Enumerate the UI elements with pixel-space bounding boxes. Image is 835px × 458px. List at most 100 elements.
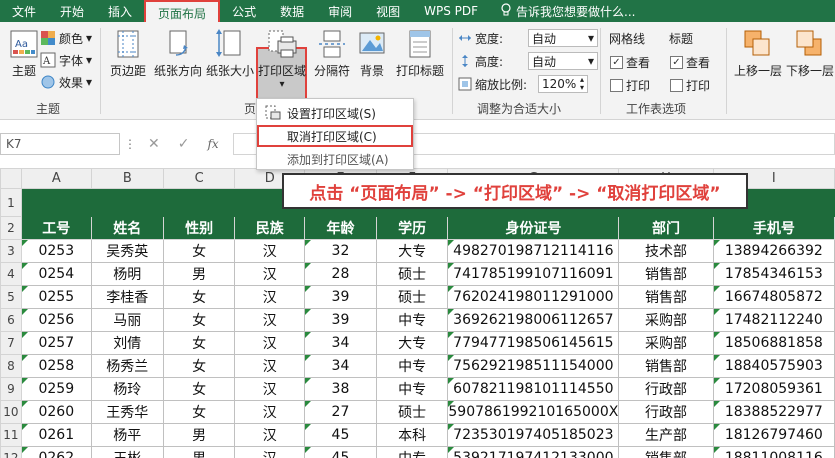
cell[interactable]: 技术部	[618, 239, 714, 263]
cell[interactable]: 销售部	[618, 285, 714, 309]
cell[interactable]: 17482112240	[712, 308, 835, 332]
cell[interactable]: 女	[162, 239, 236, 263]
cell[interactable]: 硕士	[375, 262, 449, 286]
cell[interactable]: 汉	[234, 308, 306, 332]
zoom-spinner[interactable]: 120% ▴ ▾	[538, 75, 588, 93]
cell[interactable]: 男	[162, 262, 236, 286]
cell[interactable]: 27	[304, 400, 377, 424]
cell[interactable]: 723530197405185023	[447, 423, 620, 447]
cell[interactable]: 汉	[234, 262, 306, 286]
cancel-icon[interactable]: ✕	[148, 136, 160, 152]
cell[interactable]: 杨平	[90, 423, 164, 447]
cell[interactable]: 18840575903	[712, 354, 835, 378]
cell[interactable]: 0253	[20, 239, 92, 263]
add-to-print-area-item[interactable]: 添加到打印区域(A)	[257, 148, 413, 170]
cell[interactable]: 中专	[375, 446, 449, 458]
cell[interactable]: 39	[304, 285, 377, 309]
cell[interactable]: 吴秀英	[90, 239, 164, 263]
cell[interactable]	[20, 188, 92, 217]
headings-print-checkbox[interactable]: 打印	[670, 75, 710, 95]
cell[interactable]: 汉	[234, 354, 306, 378]
row-header[interactable]: 1	[0, 188, 22, 217]
row-header[interactable]: 5	[0, 285, 22, 309]
cell[interactable]: 女	[162, 400, 236, 424]
cell[interactable]: 18506881858	[712, 331, 835, 355]
margins-button[interactable]: 页边距	[104, 28, 152, 79]
cell[interactable]: 16674805872	[712, 285, 835, 309]
cell[interactable]: 女	[162, 285, 236, 309]
cell[interactable]: 汉	[234, 285, 306, 309]
cell[interactable]: 销售部	[618, 262, 714, 286]
name-box[interactable]: K7	[0, 133, 120, 155]
cell[interactable]: 590786199210165000X	[447, 400, 620, 424]
cell[interactable]: 王秀华	[90, 400, 164, 424]
header-cell[interactable]: 身份证号	[447, 216, 620, 240]
cell[interactable]: 779477198506145615	[447, 331, 620, 355]
header-cell[interactable]: 学历	[375, 216, 449, 240]
tab-view[interactable]: 视图	[364, 0, 412, 22]
size-button[interactable]: 纸张大小	[206, 28, 254, 79]
tell-me-search[interactable]: 告诉我您想要做什么...	[490, 0, 636, 22]
row-header[interactable]: 8	[0, 354, 22, 378]
cell[interactable]: 大专	[375, 239, 449, 263]
name-box-dropdown-icon[interactable]: ⋮	[124, 137, 136, 151]
tab-page-layout[interactable]: 页面布局	[144, 0, 221, 24]
cell[interactable]: 采购部	[618, 331, 714, 355]
cell[interactable]: 17208059361	[712, 377, 835, 401]
gridlines-print-checkbox[interactable]: 打印	[610, 75, 650, 95]
cell[interactable]: 女	[162, 308, 236, 332]
header-cell[interactable]: 工号	[20, 216, 92, 240]
cell[interactable]: 741785199107116091	[447, 262, 620, 286]
cell[interactable]: 756292198511154000	[447, 354, 620, 378]
background-button[interactable]: 背景	[348, 28, 396, 79]
effects-button[interactable]: 效果 ▾	[40, 72, 92, 92]
gridlines-view-checkbox[interactable]: ✓ 查看	[610, 52, 650, 72]
header-cell[interactable]: 民族	[234, 216, 306, 240]
print-area-button[interactable]: 打印区域 ▾	[258, 28, 306, 90]
cell[interactable]: 刘倩	[90, 331, 164, 355]
cell[interactable]: 行政部	[618, 377, 714, 401]
enter-icon[interactable]: ✓	[178, 136, 190, 152]
row-header[interactable]: 10	[0, 400, 22, 424]
cell[interactable]: 607821198101114550	[447, 377, 620, 401]
select-all-corner[interactable]	[0, 168, 22, 189]
cell[interactable]: 李桂香	[90, 285, 164, 309]
cell[interactable]: 0255	[20, 285, 92, 309]
row-header[interactable]: 11	[0, 423, 22, 447]
header-cell[interactable]: 手机号	[712, 216, 835, 240]
cell[interactable]: 王彬	[90, 446, 164, 458]
cell[interactable]: 0256	[20, 308, 92, 332]
header-cell[interactable]: 性别	[162, 216, 236, 240]
column-header[interactable]: B	[90, 168, 164, 189]
cell[interactable]: 男	[162, 446, 236, 458]
bring-forward-button[interactable]: 上移一层	[732, 28, 784, 79]
cell[interactable]: 硕士	[375, 400, 449, 424]
tab-file[interactable]: 文件	[0, 0, 48, 22]
cell[interactable]: 0260	[20, 400, 92, 424]
cell[interactable]: 杨玲	[90, 377, 164, 401]
cell[interactable]: 销售部	[618, 354, 714, 378]
cell[interactable]: 汉	[234, 446, 306, 458]
cell[interactable]: 女	[162, 331, 236, 355]
insert-function-icon[interactable]: fx	[207, 137, 218, 151]
cell[interactable]: 0262	[20, 446, 92, 458]
cell[interactable]: 18811008116	[712, 446, 835, 458]
cell[interactable]: 498270198712114116	[447, 239, 620, 263]
column-header[interactable]: A	[20, 168, 92, 189]
cell[interactable]: 32	[304, 239, 377, 263]
row-header[interactable]: 9	[0, 377, 22, 401]
cell[interactable]: 汉	[234, 239, 306, 263]
cell[interactable]: 汉	[234, 400, 306, 424]
column-header[interactable]: C	[162, 168, 236, 189]
row-header[interactable]: 2	[0, 216, 22, 240]
cell[interactable]: 杨明	[90, 262, 164, 286]
cell[interactable]: 汉	[234, 423, 306, 447]
tab-home[interactable]: 开始	[48, 0, 96, 22]
cell[interactable]: 17854346153	[712, 262, 835, 286]
tab-formulas[interactable]: 公式	[220, 0, 268, 22]
cell[interactable]: 369262198006112657	[447, 308, 620, 332]
header-cell[interactable]: 部门	[618, 216, 714, 240]
cell[interactable]: 34	[304, 331, 377, 355]
cell[interactable]: 中专	[375, 354, 449, 378]
cell[interactable]: 硕士	[375, 285, 449, 309]
